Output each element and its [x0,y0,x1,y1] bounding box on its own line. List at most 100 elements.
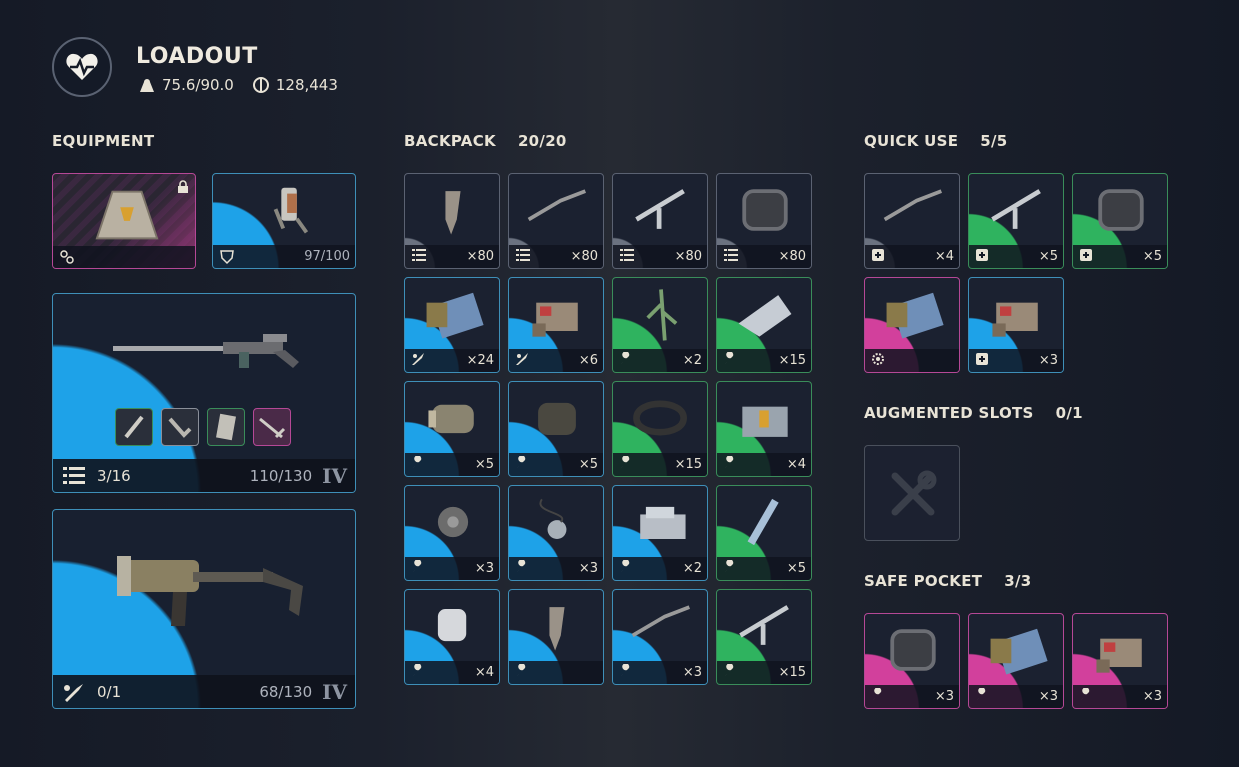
wrench-icon [515,558,529,578]
slot-bar: ×5 [717,557,811,580]
item-quantity: ×80 [674,249,702,264]
slot-bar: ×3 [969,349,1063,372]
backpack-item-slot[interactable]: ×3 [508,485,604,581]
augment-slot[interactable] [52,173,196,269]
slot-bar: ×5 [509,453,603,476]
item-art [990,628,1048,675]
weapon1-durability: 110/130 [249,466,313,485]
backpack-item-slot[interactable]: ×80 [508,173,604,269]
mod-slot-4[interactable] [253,408,291,446]
item-quantity: ×4 [474,665,494,680]
slot-bar: ×2 [613,349,707,372]
item-art [1098,189,1144,231]
quick-use-item-slot[interactable] [864,277,960,373]
backpack-item-slot[interactable]: ×3 [404,485,500,581]
wrench-icon [619,454,633,474]
backpack-item-slot[interactable]: ×4 [404,589,500,685]
augmented-slot[interactable] [864,445,960,541]
safe-pocket-item-slot[interactable]: ×3 [1072,613,1168,709]
quick-use-item-slot[interactable]: ×5 [1072,173,1168,269]
item-quantity: ×5 [1142,249,1162,264]
slot-bar: ×3 [865,685,959,708]
header-stats: 75.6/90.0 128,443 [138,76,338,94]
wrench-icon [411,454,425,474]
item-art [633,400,687,436]
rocket-icon [411,352,425,370]
item-quantity: ×4 [934,249,954,264]
item-quantity: ×4 [786,457,806,472]
quick-use-item-slot[interactable]: ×3 [968,277,1064,373]
slot-bar: ×15 [717,349,811,372]
weapon1-ammo: 3/16 [97,466,131,485]
quick-use-label: QUICK USE [864,132,959,150]
mod-slot-2[interactable] [161,408,199,446]
quick-use-item-slot[interactable]: ×5 [968,173,1064,269]
safe-pocket-item-slot[interactable]: ×3 [864,613,960,709]
item-quantity: ×3 [578,561,598,576]
augment-bar [53,246,195,268]
item-quantity: ×5 [474,457,494,472]
item-quantity: ×80 [778,249,806,264]
item-quantity: ×3 [1038,689,1058,704]
backpack-item-slot[interactable]: ×80 [612,173,708,269]
wrench-icon [723,454,737,474]
item-art [426,292,484,339]
backpack-item-slot[interactable]: ×24 [404,277,500,373]
backpack-item-slot[interactable]: ×5 [404,381,500,477]
shield-art [273,187,309,234]
backpack-item-slot[interactable]: ×6 [508,277,604,373]
ammo-list-icon [63,466,85,484]
item-art [437,609,467,642]
backpack-item-slot[interactable]: ×5 [716,485,812,581]
backpack-item-slot[interactable]: ×80 [404,173,500,269]
backpack-item-slot[interactable]: ×2 [612,277,708,373]
wrench-icon [619,558,633,578]
item-quantity: ×5 [786,561,806,576]
tools-icon [891,470,937,516]
safe-pocket-item-slot[interactable]: ×3 [968,613,1064,709]
item-art [883,189,943,222]
backpack-item-slot[interactable]: ×3 [612,589,708,685]
backpack-item-slot[interactable]: ×5 [508,381,604,477]
slot-bar: ×4 [717,453,811,476]
backpack-item-slot[interactable]: ×4 [716,381,812,477]
slot-bar: ×4 [405,661,499,684]
slot-bar: ×2 [613,557,707,580]
slot-bar: ×3 [405,557,499,580]
slot-bar: ×80 [509,245,603,268]
item-quantity: ×24 [466,353,494,368]
slot-bar: ×80 [405,245,499,268]
item-quantity: ×2 [682,561,702,576]
item-art [549,607,565,651]
quick-use-item-slot[interactable]: ×4 [864,173,960,269]
item-art [1096,638,1142,673]
shield-bar: 97/100 [213,245,355,268]
slot-bar [509,661,603,684]
plus-icon [975,248,989,266]
ammo-icon [515,248,531,266]
wrench-icon [723,558,737,578]
backpack-item-slot[interactable] [508,589,604,685]
backpack-item-slot[interactable]: ×15 [716,589,812,685]
slot-bar: ×15 [613,453,707,476]
weapon-slot-1[interactable]: 3/16 110/130 IV [52,293,356,493]
mod-slot-3[interactable] [207,408,245,446]
rocket-ammo-icon [64,683,83,702]
backpack-item-slot[interactable]: ×15 [716,277,812,373]
backpack-item-slot[interactable]: ×2 [612,485,708,581]
augmented-label: AUGMENTED SLOTS [864,404,1034,422]
mod-slot-1[interactable] [115,408,153,446]
shield-durability: 97/100 [304,249,350,264]
item-quantity: ×3 [474,561,494,576]
wrench-icon [723,350,737,370]
backpack-item-slot[interactable]: ×15 [612,381,708,477]
equipment-label: EQUIPMENT [52,132,155,150]
currency-icon [252,77,269,93]
shield-icon [220,249,234,264]
weapon-slot-2[interactable]: 0/1 68/130 IV [52,509,356,709]
augmented-count: 0/1 [1055,404,1083,422]
shield-slot[interactable]: 97/100 [212,173,356,269]
backpack-item-slot[interactable]: ×80 [716,173,812,269]
slot-bar: ×24 [405,349,499,372]
item-art [437,506,469,538]
